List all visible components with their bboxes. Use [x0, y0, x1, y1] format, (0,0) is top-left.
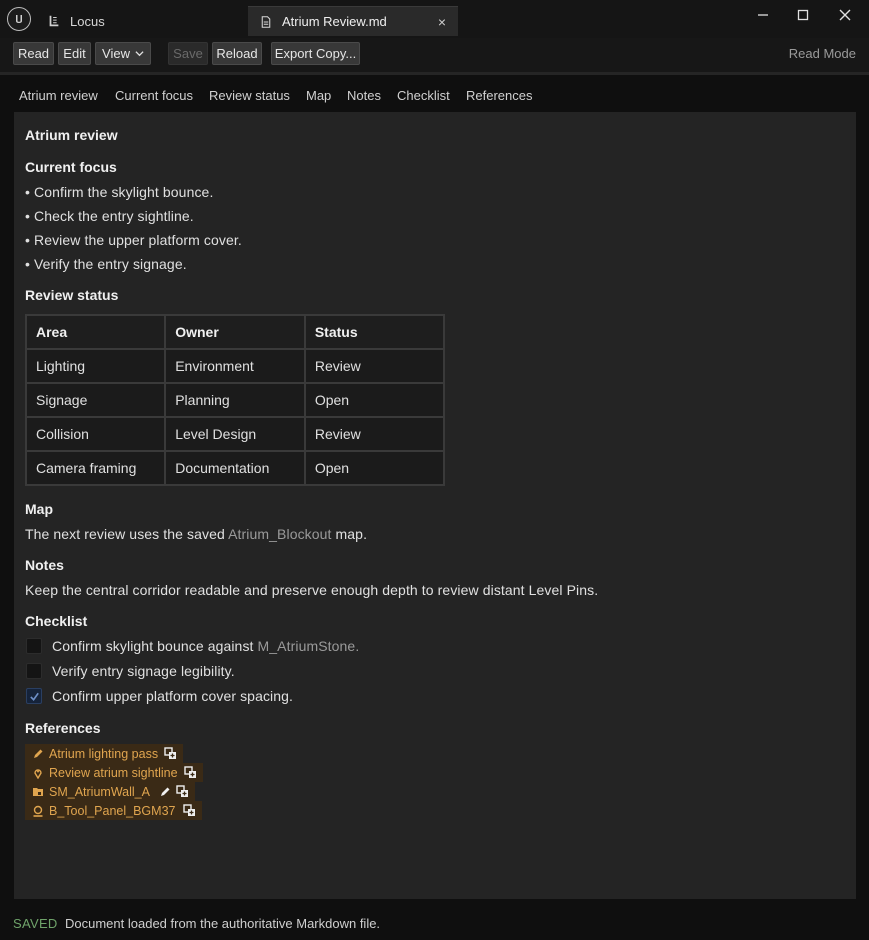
- checklist-text: .: [355, 638, 360, 654]
- focus-item: • Check the entry sightline.: [25, 208, 194, 224]
- table-cell: Open: [303, 450, 446, 486]
- read-button[interactable]: Read: [13, 42, 54, 65]
- checklist-item: Confirm upper platform cover spacing.: [52, 688, 294, 704]
- section-nav: Atrium review Current focus Review statu…: [0, 75, 869, 112]
- table-row: Lighting Environment Review: [24, 348, 446, 384]
- table-cell: Open: [303, 382, 446, 418]
- edit-icon[interactable]: [159, 785, 172, 798]
- checkmark-icon: [29, 692, 39, 701]
- doc-title: Atrium review: [25, 127, 118, 143]
- nav-current-focus[interactable]: Current focus: [115, 88, 193, 103]
- table-cell: Documentation: [164, 450, 306, 486]
- close-window-icon[interactable]: [827, 4, 863, 26]
- checklist-heading: Checklist: [25, 613, 88, 629]
- table-cell: Planning: [164, 382, 306, 418]
- checklist-item: Confirm skylight bounce against M_Atrium…: [52, 638, 359, 654]
- map-asset-link[interactable]: Atrium_Blockout: [228, 526, 331, 542]
- status-bar: SAVED Document loaded from the authorita…: [0, 908, 869, 940]
- table-cell: Camera framing: [24, 450, 167, 486]
- table-cell: Level Design: [164, 416, 306, 452]
- nav-review-status[interactable]: Review status: [209, 88, 290, 103]
- nav-map[interactable]: Map: [306, 88, 331, 103]
- table-header: Area: [24, 314, 167, 350]
- tab-locus-label: Locus: [70, 13, 105, 29]
- chevron-down-icon: [135, 51, 144, 57]
- checklist-checkbox[interactable]: [26, 663, 42, 679]
- table-header-row: Area Owner Status: [24, 314, 446, 350]
- reference-chip[interactable]: Review atrium sightline: [25, 763, 203, 782]
- status-heading: Review status: [25, 287, 119, 303]
- toolbar: Read Edit View Save Reload Export Copy..…: [0, 38, 869, 72]
- references-heading: References: [25, 720, 101, 736]
- nav-checklist[interactable]: Checklist: [397, 88, 450, 103]
- close-tab-icon[interactable]: ×: [438, 14, 446, 30]
- table-row: Signage Planning Open: [24, 382, 446, 418]
- notes-paragraph: Keep the central corridor readable and p…: [25, 582, 599, 598]
- title-bar: Locus Atrium Review.md ×: [0, 0, 869, 38]
- pin-icon: [32, 767, 44, 779]
- map-heading: Map: [25, 501, 53, 517]
- table-cell: Review: [303, 348, 446, 384]
- tab-document-label: Atrium Review.md: [282, 14, 387, 29]
- save-state-badge: SAVED: [13, 916, 58, 931]
- reference-label: SM_AtriumWall_A: [49, 784, 150, 799]
- maximize-icon[interactable]: [785, 4, 821, 26]
- reference-chip[interactable]: Atrium lighting pass: [25, 744, 184, 763]
- copy-icon[interactable]: [176, 785, 189, 798]
- nav-notes[interactable]: Notes: [347, 88, 381, 103]
- map-paragraph: The next review uses the saved Atrium_Bl…: [25, 526, 367, 542]
- checklist-asset-link[interactable]: M_AtriumStone: [258, 638, 356, 654]
- blueprint-icon: [32, 805, 44, 817]
- document-icon: [258, 14, 274, 30]
- checklist-checkbox-checked[interactable]: [26, 688, 42, 704]
- pencil-icon: [32, 748, 44, 760]
- table-cell: Review: [303, 416, 446, 452]
- tab-locus[interactable]: Locus: [42, 6, 242, 36]
- tab-document[interactable]: Atrium Review.md ×: [248, 6, 458, 36]
- copy-icon[interactable]: [164, 747, 177, 760]
- checklist-item: Verify entry signage legibility.: [52, 663, 235, 679]
- checklist-checkbox[interactable]: [26, 638, 42, 654]
- review-status-table: Area Owner Status Lighting Environment R…: [24, 314, 446, 486]
- notes-heading: Notes: [25, 557, 64, 573]
- reference-chip[interactable]: B_Tool_Panel_BGM37: [25, 801, 203, 820]
- reference-label: Review atrium sightline: [49, 765, 178, 780]
- focus-item: • Verify the entry signage.: [25, 256, 187, 272]
- table-row: Collision Level Design Review: [24, 416, 446, 452]
- mode-indicator: Read Mode: [788, 46, 856, 61]
- map-text: map.: [331, 526, 368, 542]
- focus-item: • Review the upper platform cover.: [25, 232, 242, 248]
- mesh-icon: [32, 786, 44, 798]
- reference-label: B_Tool_Panel_BGM37: [49, 803, 176, 818]
- locus-icon: [46, 13, 62, 29]
- table-cell: Environment: [164, 348, 306, 384]
- status-message: Document loaded from the authoritative M…: [65, 916, 381, 931]
- minimize-icon[interactable]: [745, 4, 781, 26]
- copy-icon[interactable]: [183, 766, 197, 779]
- table-cell: Lighting: [24, 348, 167, 384]
- unreal-logo-icon[interactable]: [7, 7, 31, 31]
- reference-label: Atrium lighting pass: [49, 746, 159, 761]
- export-copy-button[interactable]: Export Copy...: [271, 42, 360, 65]
- focus-item: • Confirm the skylight bounce.: [25, 184, 214, 200]
- save-button[interactable]: Save: [168, 42, 208, 65]
- document-panel: Atrium review Current focus • Confirm th…: [14, 112, 856, 899]
- nav-atrium-review[interactable]: Atrium review: [19, 88, 98, 103]
- table-header: Owner: [164, 314, 306, 350]
- table-cell: Signage: [24, 382, 167, 418]
- map-text: The next review uses the saved: [25, 526, 229, 542]
- reload-button[interactable]: Reload: [212, 42, 262, 65]
- nav-references[interactable]: References: [466, 88, 532, 103]
- table-row: Camera framing Documentation Open: [24, 450, 446, 486]
- table-cell: Collision: [24, 416, 167, 452]
- copy-icon[interactable]: [183, 804, 196, 817]
- view-dropdown[interactable]: View: [95, 42, 151, 65]
- reference-chip[interactable]: SM_AtriumWall_A: [25, 782, 195, 801]
- view-dropdown-label: View: [102, 46, 130, 61]
- focus-heading: Current focus: [25, 159, 117, 175]
- checklist-text: Confirm skylight bounce against: [52, 638, 258, 654]
- table-header: Status: [303, 314, 446, 350]
- edit-button[interactable]: Edit: [58, 42, 91, 65]
